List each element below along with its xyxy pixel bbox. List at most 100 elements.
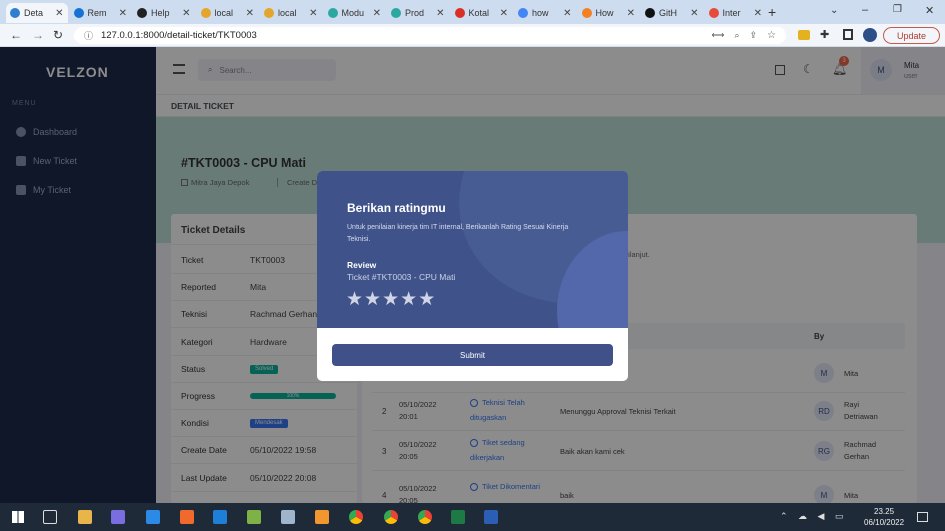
browser-tab[interactable]: Prod ✕ <box>387 3 449 23</box>
favicon-icon <box>10 8 20 18</box>
tab-label: local <box>214 8 234 18</box>
favicon-icon <box>391 8 401 18</box>
browser-tab[interactable]: how ✕ <box>514 3 576 23</box>
close-tab-icon[interactable]: ✕ <box>627 8 635 19</box>
favicon-icon <box>200 8 211 18</box>
close-tab-icon[interactable]: ✕ <box>563 8 571 19</box>
favicon-icon <box>327 8 338 18</box>
new-tab-button[interactable]: + <box>768 4 776 20</box>
favicon-icon <box>264 8 274 18</box>
tab-label: How <box>595 8 614 18</box>
extension-icon[interactable] <box>798 30 810 40</box>
star-icon[interactable]: ★ <box>382 288 399 311</box>
browser-toolbar: ← → ↻ ⓘ 127.0.0.1:8000/detail-ticket/TKT… <box>0 24 945 47</box>
notification-center-icon[interactable] <box>917 512 928 522</box>
favicon-icon <box>581 8 592 18</box>
favicon-icon <box>137 8 147 18</box>
xampp-icon[interactable] <box>180 510 194 524</box>
update-button[interactable]: Update <box>883 27 940 44</box>
ticket-reference: Ticket #TKT0003 - CPU Mati <box>347 272 456 282</box>
app-icon[interactable] <box>247 510 261 524</box>
browser-tab-strip: Deta ✕ Rem ✕ Help ✕ local ✕ local ✕ Modu ✕ Prod ✕ Kota… <box>0 0 945 24</box>
maximize-button[interactable]: ❐ <box>893 4 902 15</box>
close-tab-icon[interactable]: ✕ <box>373 8 381 19</box>
tab-label: Inter <box>722 8 741 18</box>
app-icon[interactable] <box>111 510 125 524</box>
review-label: Review <box>347 260 377 270</box>
rating-modal-header: Berikan ratingmu Untuk penilaian kinerja… <box>317 171 628 328</box>
app-icon[interactable] <box>315 510 329 524</box>
star-icon[interactable]: ★ <box>346 288 363 311</box>
tab-label: Rem <box>87 8 107 18</box>
checkmark-app-icon[interactable] <box>146 510 160 524</box>
bookmark-star-icon[interactable]: ☆ <box>767 30 776 41</box>
browser-tab[interactable]: Help ✕ <box>133 3 195 23</box>
chrome-icon[interactable] <box>384 510 398 524</box>
word-icon[interactable] <box>484 510 498 524</box>
close-tab-icon[interactable]: ✕ <box>55 8 63 19</box>
reload-icon[interactable]: ↻ <box>53 28 63 42</box>
tab-label: Modu <box>341 8 365 18</box>
back-arrow-icon[interactable]: ← <box>10 28 22 42</box>
close-tab-icon[interactable]: ✕ <box>182 8 190 19</box>
side-panel-icon[interactable] <box>843 29 853 40</box>
favicon-icon <box>708 8 719 18</box>
close-tab-icon[interactable]: ✕ <box>246 8 254 19</box>
browser-tab[interactable]: Deta ✕ <box>6 3 68 23</box>
puzzle-icon[interactable]: ✚ <box>820 28 829 41</box>
browser-tab[interactable]: GitH ✕ <box>641 3 703 23</box>
favicon-icon <box>454 8 465 18</box>
system-tray-icons[interactable]: ⌃ ☁ ◀ ▭ <box>780 511 847 522</box>
favicon-icon <box>645 8 655 18</box>
tab-label: how <box>532 8 549 18</box>
close-tab-icon[interactable]: ✕ <box>309 8 317 19</box>
star-icon[interactable]: ★ <box>400 288 417 311</box>
browser-tab[interactable]: How ✕ <box>578 3 640 23</box>
clock-time[interactable]: 23.25 <box>874 507 894 516</box>
close-tab-icon[interactable]: ✕ <box>436 8 444 19</box>
close-window-button[interactable]: ✕ <box>925 4 934 17</box>
minimize-button[interactable]: – <box>862 4 868 16</box>
tab-label: Help <box>151 8 170 18</box>
chrome-icon[interactable] <box>349 510 363 524</box>
close-tab-icon[interactable]: ✕ <box>754 8 762 19</box>
browser-tab[interactable]: Modu ✕ <box>324 3 386 23</box>
close-tab-icon[interactable]: ✕ <box>119 8 127 19</box>
profile-avatar[interactable] <box>863 28 877 42</box>
zoom-icon[interactable]: ⌕ <box>734 30 739 41</box>
excel-icon[interactable] <box>451 510 465 524</box>
star-icon[interactable]: ★ <box>418 288 435 311</box>
file-explorer-icon[interactable] <box>78 510 92 524</box>
submit-button[interactable]: Submit <box>332 344 613 366</box>
translate-icon[interactable]: ⟷ <box>712 30 725 41</box>
star-rating[interactable]: ★ ★ ★ ★ ★ <box>346 288 436 311</box>
windows-start-icon[interactable] <box>12 511 24 523</box>
browser-tab[interactable]: Kotal ✕ <box>451 3 513 23</box>
url-text: 127.0.0.1:8000/detail-ticket/TKT0003 <box>101 30 257 41</box>
close-tab-icon[interactable]: ✕ <box>500 8 508 19</box>
browser-tab[interactable]: Inter ✕ <box>705 3 767 23</box>
address-bar[interactable]: ⓘ 127.0.0.1:8000/detail-ticket/TKT0003 ⟷… <box>74 27 786 44</box>
chrome-icon[interactable] <box>418 510 432 524</box>
browser-tab[interactable]: local ✕ <box>197 3 259 23</box>
windows-taskbar: ⌃ ☁ ◀ ▭ 23.25 06/10/2022 <box>0 503 945 531</box>
clock-date[interactable]: 06/10/2022 <box>864 518 904 527</box>
info-icon[interactable]: ⓘ <box>84 29 93 42</box>
task-view-icon[interactable] <box>43 510 57 524</box>
modal-title: Berikan ratingmu <box>347 201 446 215</box>
tab-search-icon[interactable]: ⌄ <box>830 5 838 16</box>
share-icon[interactable]: ⇪ <box>749 30 757 41</box>
tab-label: GitH <box>659 8 677 18</box>
modal-description: Untuk penilaian kinerja tim IT internal,… <box>347 224 569 243</box>
star-icon[interactable]: ★ <box>364 288 381 311</box>
tab-label: Kotal <box>468 8 490 18</box>
browser-tab[interactable]: Rem ✕ <box>70 3 132 23</box>
browser-tab[interactable]: local ✕ <box>260 3 322 23</box>
vscode-icon[interactable] <box>213 510 227 524</box>
close-tab-icon[interactable]: ✕ <box>690 8 698 19</box>
rating-modal: Berikan ratingmu Untuk penilaian kinerja… <box>317 171 628 381</box>
tab-label: Prod <box>405 8 425 18</box>
forward-arrow-icon[interactable]: → <box>32 28 44 42</box>
app-icon[interactable] <box>281 510 295 524</box>
favicon-icon <box>518 8 528 18</box>
